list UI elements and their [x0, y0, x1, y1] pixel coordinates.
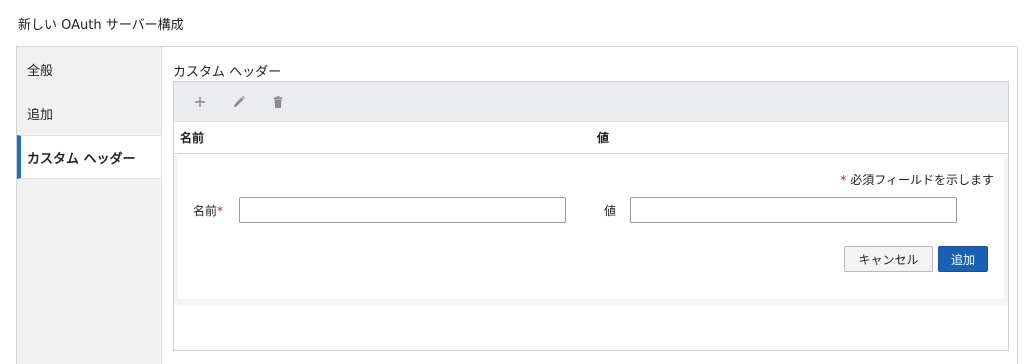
required-marker: * [217, 204, 224, 218]
add-button[interactable]: 追加 [938, 246, 988, 272]
pencil-icon [234, 95, 245, 107]
table-header: 名前 値 [174, 122, 1008, 154]
add-header-form-container: * 必須フィールドを示します 名前* 値 キャンセル 追加 [174, 155, 1008, 305]
name-label-text: 名前 [193, 204, 218, 218]
required-fields-note: * 必須フィールドを示します [840, 171, 994, 188]
toolbar [174, 82, 1008, 122]
sidebar-item-label: カスタム ヘッダー [27, 151, 136, 167]
sidebar-item-additional[interactable]: 追加 [17, 91, 161, 135]
column-header-name: 名前 [180, 131, 205, 145]
value-input[interactable] [630, 197, 957, 223]
page-title: 新しい OAuth サーバー構成 [18, 18, 184, 33]
sidebar-item-general[interactable]: 全般 [17, 47, 161, 91]
sidebar-item-label: 全般 [27, 63, 54, 79]
sidebar: 全般 追加 カスタム ヘッダー [17, 47, 162, 364]
required-marker: * [840, 173, 847, 187]
edit-header-button[interactable] [225, 88, 253, 116]
required-note-text: 必須フィールドを示します [850, 173, 994, 187]
delete-header-button[interactable] [264, 88, 292, 116]
config-frame: 全般 追加 カスタム ヘッダー カスタム ヘッダー 名前 値 * 必須フィールド… [16, 46, 1018, 364]
sidebar-item-custom-headers[interactable]: カスタム ヘッダー [17, 135, 161, 179]
custom-headers-panel: 名前 値 * 必須フィールドを示します 名前* 値 キャンセル 追加 [173, 81, 1009, 351]
sidebar-item-label: 追加 [27, 107, 54, 123]
cancel-button[interactable]: キャンセル [844, 246, 933, 272]
add-header-button[interactable] [186, 88, 214, 116]
plus-icon [195, 96, 205, 107]
column-header-value: 値 [597, 131, 610, 145]
name-field-label: 名前* [193, 202, 223, 219]
add-header-form: * 必須フィールドを示します 名前* 値 キャンセル 追加 [178, 155, 1004, 299]
name-input[interactable] [239, 197, 566, 223]
value-label-text: 値 [604, 204, 617, 218]
section-title: カスタム ヘッダー [173, 65, 282, 80]
value-field-label: 値 [604, 202, 616, 219]
trash-icon [273, 95, 283, 108]
